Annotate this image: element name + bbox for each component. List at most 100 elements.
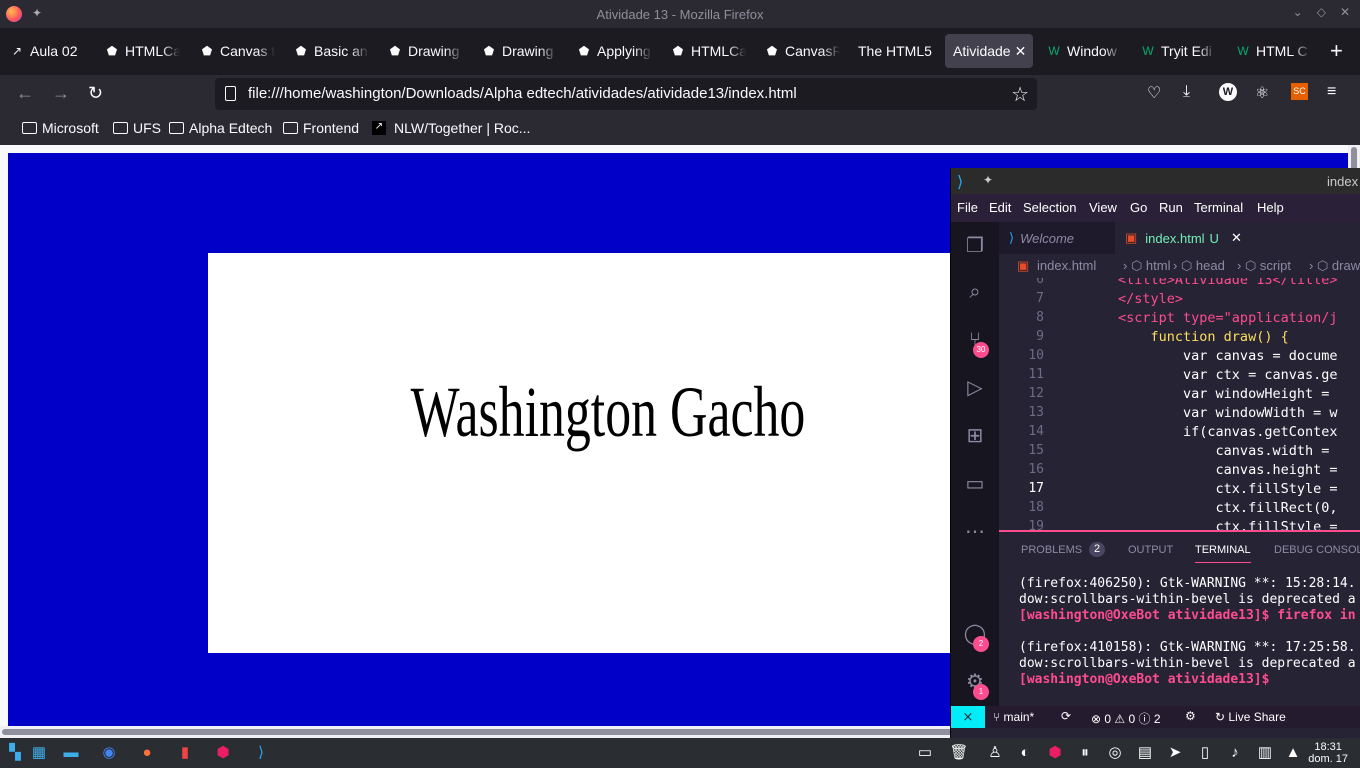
tab-aula-02[interactable]: ↗ Aula 02 — [10, 34, 90, 68]
terminal-app-icon[interactable]: ▮ — [174, 742, 196, 764]
tab-html-c[interactable]: W HTML C — [1236, 34, 1311, 68]
debug-icon[interactable]: ⚙ — [1185, 709, 1196, 723]
downloads-icon[interactable]: ⤓ — [1183, 83, 1190, 101]
minimize-icon[interactable]: ⌄ — [1293, 5, 1303, 19]
react-devtools-icon[interactable]: ⚛ — [1255, 83, 1269, 103]
close-tab-icon[interactable]: ✕ — [1015, 43, 1027, 60]
explorer-icon[interactable]: ❐ — [963, 234, 987, 258]
breadcrumb-item-html[interactable]: › ⬡ html — [1123, 258, 1170, 274]
app-tray-icon[interactable]: ⬢ — [1044, 742, 1066, 764]
extension-sc-icon[interactable]: SC — [1291, 83, 1308, 100]
expand-tray-icon[interactable]: ▲ — [1282, 742, 1304, 764]
bookmark-folder-ufs[interactable]: UFS — [113, 120, 161, 136]
panel-tab-terminal[interactable]: TERMINAL — [1195, 544, 1251, 563]
tab-canvasr[interactable]: ⬟ CanvasR — [765, 34, 840, 68]
tab-drawing-1[interactable]: ⬟ Drawing — [388, 34, 463, 68]
battery-icon[interactable]: ▯ — [1194, 742, 1216, 764]
menu-edit[interactable]: Edit — [989, 200, 1011, 215]
line-number: 6 — [1036, 278, 1044, 287]
tab-the-html5[interactable]: The HTML5 — [858, 34, 938, 68]
live-share-button[interactable]: ↻ Live Share — [1215, 710, 1286, 724]
wikipedia-icon[interactable]: W — [1219, 83, 1237, 101]
breadcrumb-item-draw[interactable]: › ⬡ draw — [1309, 258, 1360, 274]
tab-htmlca-2[interactable]: ⬟ HTMLCa — [671, 34, 746, 68]
panel-tab-output[interactable]: OUTPUT — [1128, 544, 1173, 556]
discord-icon[interactable]: ◐ — [1014, 742, 1036, 764]
clock[interactable]: 18:31 dom. 17 — [1308, 741, 1348, 765]
pager-icon[interactable]: ▦ — [28, 742, 50, 764]
extensions-icon[interactable]: ⊞ — [963, 424, 987, 448]
tab-window[interactable]: W Window — [1047, 34, 1122, 68]
sync-icon[interactable]: ⟳ — [1061, 709, 1071, 723]
close-window-icon[interactable]: ✕ — [1340, 5, 1350, 19]
search-icon[interactable]: ⌕ — [963, 280, 987, 304]
remote-indicator-icon[interactable]: ⨯ — [951, 706, 985, 728]
new-tab-button[interactable]: + — [1330, 34, 1350, 68]
bookmark-folder-alpha-edtech[interactable]: Alpha Edtech — [169, 120, 272, 136]
more-icon[interactable]: ⋯ — [963, 520, 987, 544]
activity-bar: ❐ ⌕ ⑂ 30 ▷ ⊞ ▭ ⋯ ◯ 2 ⚙ 1 — [951, 222, 999, 706]
pocket-icon[interactable]: ♡ — [1147, 83, 1161, 103]
pin-icon[interactable]: ✦ — [983, 173, 993, 187]
tab-drawing-2[interactable]: ⬟ Drawing — [482, 34, 557, 68]
app-icon[interactable]: ⬢ — [212, 742, 234, 764]
menu-file[interactable]: File — [957, 200, 978, 215]
menu-help[interactable]: Help — [1257, 200, 1284, 215]
menu-run[interactable]: Run — [1159, 200, 1183, 215]
maximize-icon[interactable]: ◇ — [1317, 5, 1326, 19]
breadcrumb-item-head[interactable]: › ⬡ head — [1173, 258, 1225, 274]
console-icon[interactable]: ▤ — [1134, 742, 1156, 764]
line-number: 12 — [1028, 386, 1044, 401]
panel-tab-debug-console[interactable]: DEBUG CONSOLE — [1274, 544, 1360, 556]
forward-icon[interactable]: → — [52, 83, 70, 104]
panel-tab-problems[interactable]: PROBLEMS — [1021, 544, 1082, 556]
obs-icon[interactable]: ◎ — [1104, 742, 1126, 764]
menu-terminal[interactable]: Terminal — [1194, 200, 1243, 215]
bookmark-folder-microsoft[interactable]: Microsoft — [22, 120, 99, 136]
network-icon[interactable]: ▥ — [1254, 742, 1276, 764]
tab-welcome[interactable]: ⟩ Welcome — [999, 222, 1115, 254]
menu-view[interactable]: View — [1089, 200, 1117, 215]
file-manager-icon[interactable]: ▬ — [60, 742, 82, 764]
firefox-icon[interactable]: ● — [136, 742, 158, 764]
reload-icon[interactable]: ↻ — [88, 83, 103, 104]
bookmark-label: Microsoft — [42, 120, 99, 136]
menu-go[interactable]: Go — [1130, 200, 1147, 215]
tab-applying[interactable]: ⬟ Applying — [577, 34, 652, 68]
code-editor[interactable]: 6 <title>Atividade 13</title> 7 </style> 8… — [999, 278, 1360, 530]
window-icon[interactable]: ▭ — [914, 742, 936, 764]
menu-hamburger-icon[interactable]: ≡ — [1327, 83, 1336, 101]
tab-tryit[interactable]: W Tryit Edi — [1141, 34, 1216, 68]
media-pause-icon[interactable]: ⏸ — [1074, 742, 1096, 764]
url-text[interactable]: file:///home/washington/Downloads/Alpha … — [248, 85, 797, 102]
url-bar[interactable]: file:///home/washington/Downloads/Alpha … — [215, 78, 1037, 110]
bookmark-folder-frontend[interactable]: Frontend — [283, 120, 359, 136]
tab-canvas[interactable]: ⬟ Canvas t — [200, 34, 275, 68]
run-debug-icon[interactable]: ▷ — [963, 376, 987, 400]
problems-status[interactable]: ⊗ 0 ⚠ 0 ⓘ 2 — [1091, 710, 1161, 727]
remote-explorer-icon[interactable]: ▭ — [963, 472, 987, 496]
tab-htmlca[interactable]: ⬟ HTMLCa — [105, 34, 180, 68]
chrome-icon[interactable]: ◉ — [98, 742, 120, 764]
terminal[interactable]: (firefox:406250): Gtk-WARNING **: 15:28:… — [999, 564, 1360, 706]
line-number: 16 — [1028, 462, 1044, 477]
vscode-taskbar-icon[interactable]: ⟩ — [250, 742, 272, 764]
menu-selection[interactable]: Selection — [1023, 200, 1076, 215]
tab-basic[interactable]: ⬟ Basic an — [294, 34, 369, 68]
breadcrumb-item-script[interactable]: › ⬡ script — [1237, 258, 1291, 274]
back-icon[interactable]: ← — [16, 83, 34, 104]
bookmark-star-icon[interactable]: ☆ — [1011, 82, 1029, 107]
bookmark-nlw[interactable]: ↗ NLW/Together | Roc... — [372, 120, 530, 136]
app-launcher-icon[interactable]: ▚ — [4, 742, 26, 764]
telegram-icon[interactable]: ➤ — [1164, 742, 1186, 764]
notifications-icon[interactable]: ♙ — [984, 742, 1006, 764]
tab-index-html[interactable]: ▣ index.html U ✕ — [1115, 222, 1360, 254]
git-branch[interactable]: ⑂ main* — [993, 710, 1034, 724]
breadcrumb-item[interactable]: index.html — [1037, 258, 1096, 273]
tab-atividade-active[interactable]: Atividade ✕ — [945, 34, 1033, 68]
close-tab-icon[interactable]: ✕ — [1231, 230, 1242, 246]
bookmark-label: Alpha Edtech — [189, 120, 273, 136]
untracked-status: U — [1209, 230, 1219, 246]
clipboard-icon[interactable]: 🗑 — [948, 742, 970, 764]
volume-icon[interactable]: ♪ — [1224, 742, 1246, 764]
